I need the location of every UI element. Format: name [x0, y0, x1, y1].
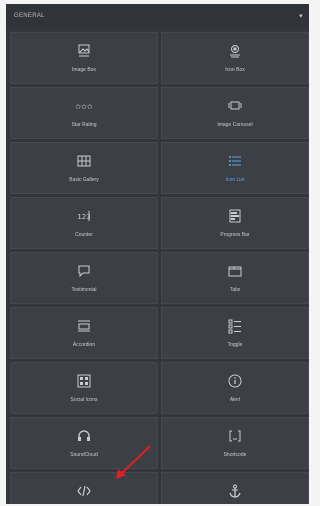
chevron-down-icon[interactable]: ▾: [299, 12, 303, 20]
shortcode-icon: [227, 428, 243, 444]
menu-anchor-icon: [227, 483, 243, 499]
widget-label: Icon Box: [225, 67, 245, 73]
widget-tile-testimonial[interactable]: Testimonial: [10, 252, 158, 304]
widget-tile-basic-gallery[interactable]: Basic Gallery: [10, 142, 158, 194]
alert-icon: [227, 373, 243, 389]
testimonial-icon: [76, 263, 92, 279]
toggle-icon: [227, 318, 243, 334]
widget-tile-icon-box[interactable]: Icon Box: [161, 32, 309, 84]
widget-grid: Image Box Icon Box ✩✩✩ Star Rating Image Car…: [10, 32, 309, 504]
widget-tile-star-rating[interactable]: ✩✩✩ Star Rating: [10, 87, 158, 139]
soundcloud-icon: [76, 428, 92, 444]
widget-label: Image Box: [72, 67, 96, 73]
widget-label: Accordion: [72, 342, 96, 348]
widget-tile-image-box[interactable]: Image Box: [10, 32, 158, 84]
icon-list-icon: [227, 153, 243, 169]
widget-tile-soundcloud[interactable]: SoundCloud: [10, 417, 158, 469]
widget-label: Shortcode: [223, 452, 247, 458]
category-title: GENERAL: [14, 13, 45, 19]
widget-label: SoundCloud: [70, 452, 98, 458]
widget-label: Basic Gallery: [69, 177, 99, 183]
widget-label: Counter: [75, 232, 93, 238]
widget-tile-html[interactable]: HTML: [10, 472, 158, 504]
widget-tile-icon-list[interactable]: Icon List: [161, 142, 309, 194]
widget-label: Toggle: [227, 342, 243, 348]
widget-tile-shortcode[interactable]: Shortcode: [161, 417, 309, 469]
widget-tile-image-carousel[interactable]: Image Carousel: [161, 87, 309, 139]
basic-gallery-icon: [76, 153, 92, 169]
image-carousel-icon: [227, 98, 243, 114]
widget-label: Testimonial: [71, 287, 97, 293]
widget-label: Alert: [229, 397, 241, 403]
tabs-icon: [227, 263, 243, 279]
widget-tile-tabs[interactable]: Tabs: [161, 252, 309, 304]
widget-panel: GENERAL ▾ Image Box Icon Box ✩✩✩ Star Ratin…: [6, 4, 309, 504]
widget-tile-toggle[interactable]: Toggle: [161, 307, 309, 359]
star-rating-icon: ✩✩✩: [76, 98, 92, 114]
widget-label: Tabs: [229, 287, 241, 293]
widget-tile-counter[interactable]: 123 Counter: [10, 197, 158, 249]
social-icons-icon: [76, 373, 92, 389]
widget-label: Social Icons: [70, 397, 98, 403]
widget-tile-menu-anchor[interactable]: Menu Anchor: [161, 472, 309, 504]
widget-label: Image Carousel: [217, 122, 253, 128]
image-box-icon: [76, 43, 92, 59]
widget-label: Icon List: [225, 177, 245, 183]
widget-tile-progress-bar[interactable]: Progress Bar: [161, 197, 309, 249]
category-header[interactable]: GENERAL ▾: [6, 4, 309, 28]
widget-label: Progress Bar: [220, 232, 250, 238]
widget-tile-accordion[interactable]: Accordion: [10, 307, 158, 359]
html-icon: [76, 483, 92, 499]
widget-tile-alert[interactable]: Alert: [161, 362, 309, 414]
widget-tile-social-icons[interactable]: Social Icons: [10, 362, 158, 414]
widget-label: Star Rating: [71, 122, 97, 128]
icon-box-icon: [227, 43, 243, 59]
accordion-icon: [76, 318, 92, 334]
svg-text:✩✩✩: ✩✩✩: [76, 103, 92, 111]
progress-bar-icon: [227, 208, 243, 224]
counter-icon: 123: [76, 208, 92, 224]
